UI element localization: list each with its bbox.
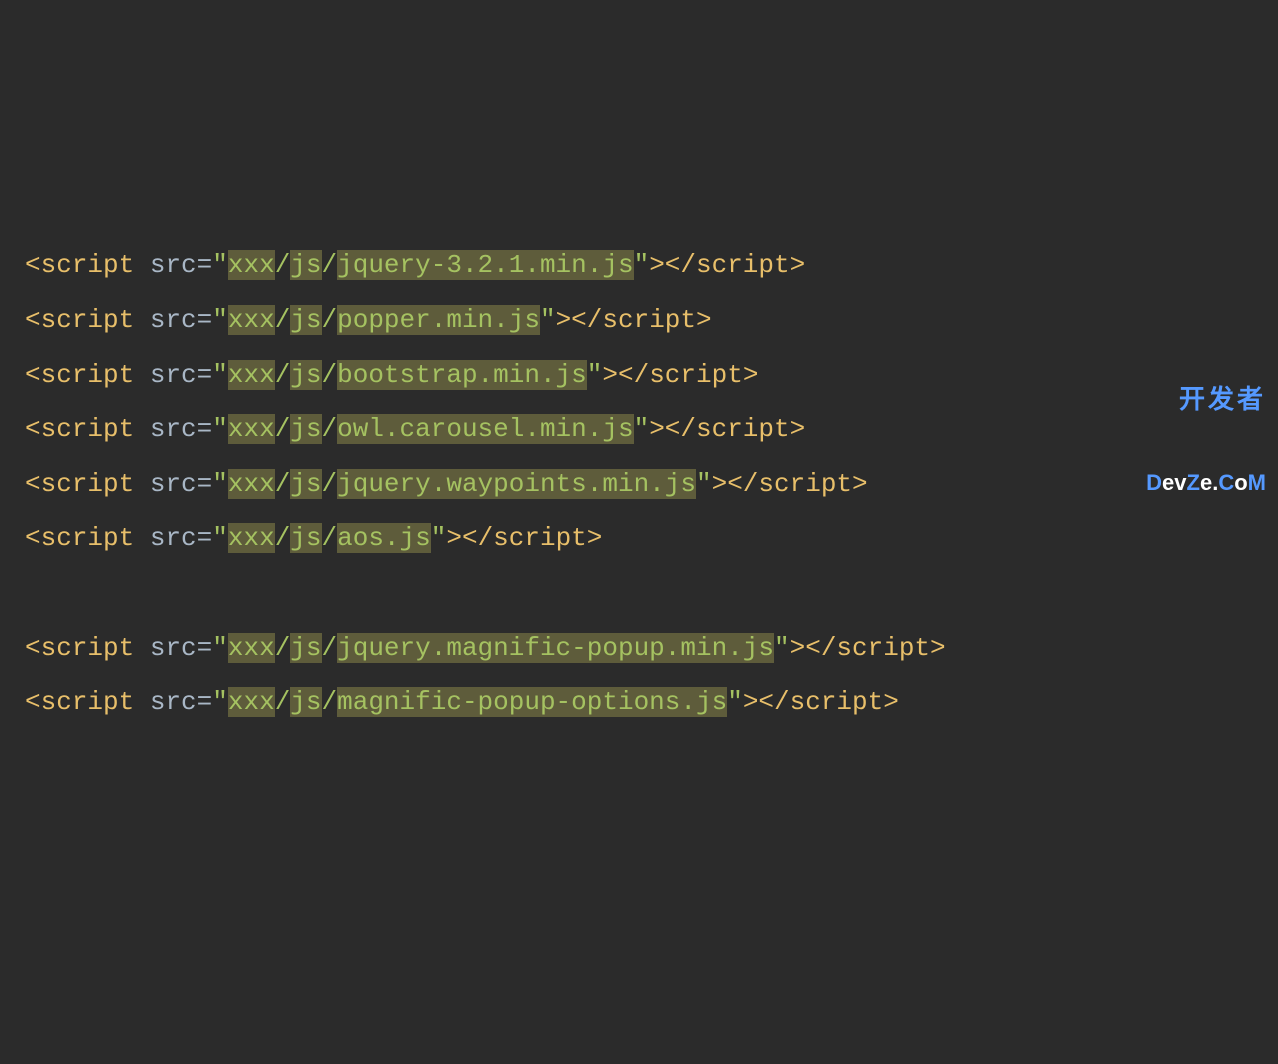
watermark: 开发者 DevZe.CoM (1146, 328, 1266, 524)
code-line: <script src="xxx/js/owl.carousel.min.js"… (25, 402, 1253, 457)
code-line (25, 566, 1253, 621)
code-line: <script src="xxx/js/bootstrap.min.js"></… (25, 348, 1253, 403)
code-editor: <script src="xxx/js/jquery-3.2.1.min.js"… (25, 238, 1253, 729)
code-line: <script src="xxx/js/jquery.magnific-popu… (25, 621, 1253, 676)
code-line: <script src="xxx/js/aos.js"></script> (25, 511, 1253, 566)
watermark-bottom-text: DevZe.CoM (1146, 471, 1266, 495)
code-line: <script src="xxx/js/popper.min.js"></scr… (25, 293, 1253, 348)
code-line: <script src="xxx/js/jquery-3.2.1.min.js"… (25, 238, 1253, 293)
code-line: <script src="xxx/js/jquery.waypoints.min… (25, 457, 1253, 512)
watermark-top-text: 开发者 (1146, 385, 1266, 414)
code-line: <script src="xxx/js/magnific-popup-optio… (25, 675, 1253, 730)
